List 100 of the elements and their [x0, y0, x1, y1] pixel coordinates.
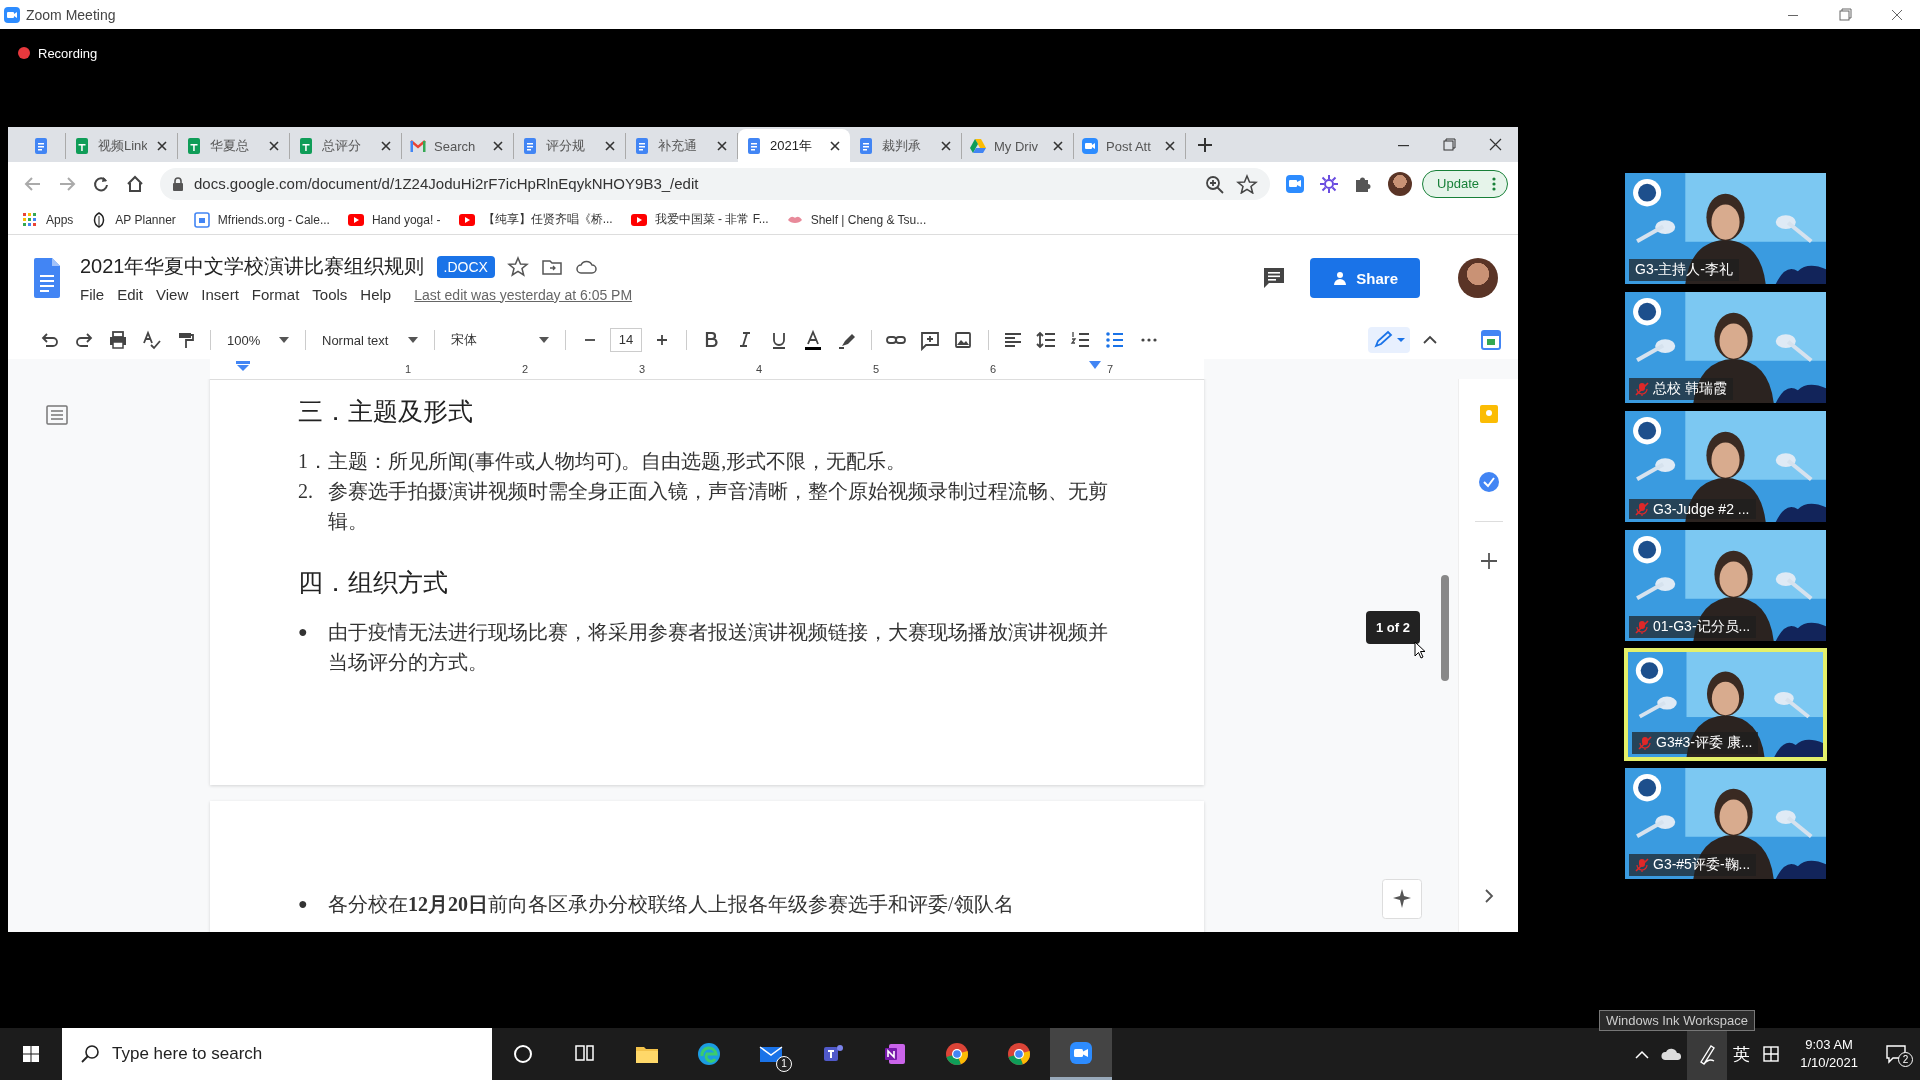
document-icon	[634, 138, 650, 154]
menu-item[interactable]: Edit	[117, 286, 152, 303]
bookmark[interactable]: 【纯享】任贤齐唱《桥...	[458, 211, 613, 228]
taskbar-app[interactable]: 1	[740, 1028, 802, 1080]
bookmark[interactable]: Mfriends.org - Cale...	[193, 211, 330, 228]
recording-label: Recording	[38, 45, 98, 61]
avatar[interactable]	[1458, 258, 1498, 298]
sunburst-icon[interactable]	[1319, 173, 1340, 194]
star-icon[interactable]	[506, 255, 529, 278]
section-heading: 三．主题及形式	[298, 396, 474, 427]
chrome-icon	[1007, 1042, 1031, 1066]
menu-item[interactable]: Tools	[312, 286, 356, 303]
close-icon[interactable]	[491, 139, 505, 153]
tab-title: 评分规	[546, 137, 586, 155]
browser-tab[interactable]: 华夏总	[178, 133, 290, 159]
browser-tab[interactable]: 评分规	[514, 133, 626, 159]
browser-tab[interactable]: 总评分	[290, 133, 402, 159]
dropdown[interactable]: Normal text	[316, 332, 424, 348]
star-icon[interactable]	[1236, 173, 1259, 194]
bookmark[interactable]: Apps	[22, 211, 74, 228]
close-icon[interactable]	[715, 139, 729, 153]
video-tile[interactable]: G3-Judge #2 ...	[1624, 410, 1827, 523]
ruler-number: 7	[1105, 363, 1115, 375]
video-tile[interactable]: G3-主持人-李礼	[1624, 172, 1827, 285]
participant-name: G3#3-评委 康...	[1656, 734, 1753, 752]
menu-item[interactable]: Format	[251, 286, 308, 303]
input-method-indicator[interactable]: 英	[1727, 1042, 1757, 1066]
bookmark[interactable]: Shelf | Cheng & Tsu...	[786, 211, 927, 228]
count-badge: 2	[1898, 1052, 1913, 1067]
tab-title: 华夏总	[210, 137, 250, 155]
update-button[interactable]: Update	[1422, 169, 1508, 198]
dropdown[interactable]: 宋体	[445, 331, 555, 349]
caret-icon	[408, 337, 418, 343]
browser-tab[interactable]: Search	[402, 133, 514, 159]
paragraph: 参赛选手拍摄演讲视频时需全身正面入镜，声音清晰，整个原始视频录制过程流畅、无剪辑。	[328, 479, 1109, 534]
paragraph: 各分校在12月20日前向各区承办分校联络人上报各年级参赛选手和评委/领队名	[328, 892, 1015, 917]
spreadsheet-icon	[298, 138, 314, 154]
browser-tab[interactable]: Post Att	[1074, 133, 1186, 159]
address-field[interactable]: docs.google.com/document/d/1Z24JoduHi2rF7icHpRlnEqykNHOY9B3_/edit	[160, 167, 1271, 200]
browser-tab[interactable]: 2021年	[738, 129, 850, 162]
close-icon[interactable]	[1051, 139, 1065, 153]
video-tile[interactable]: G3#3-评委 康...	[1624, 648, 1827, 761]
menu-item[interactable]: View	[156, 286, 197, 303]
browser-tab[interactable]: 裁判承	[850, 133, 962, 159]
search-field[interactable]: Type here to search	[62, 1028, 492, 1080]
font-size-field[interactable]: 14	[610, 328, 642, 352]
menu-item[interactable]: Insert	[201, 286, 247, 303]
share-button[interactable]: Share	[1310, 258, 1420, 298]
taskbar-app[interactable]	[1050, 1028, 1112, 1080]
avatar[interactable]	[1388, 171, 1413, 196]
close-icon[interactable]	[1163, 139, 1177, 153]
calendar-icon[interactable]	[1480, 329, 1502, 351]
spreadsheet-icon	[186, 138, 202, 154]
document-title[interactable]: 2021年华夏中文学校演讲比赛组织规则	[80, 253, 425, 280]
video-tile[interactable]: G3-#5评委-鞠...	[1624, 767, 1827, 880]
notebook-icon	[883, 1042, 907, 1066]
browser-tab[interactable]: My Driv	[962, 133, 1074, 159]
caret-icon	[539, 337, 549, 343]
video-tile[interactable]: 总校 韩瑞霞	[1624, 291, 1827, 404]
bookmark[interactable]: AP Planner	[91, 211, 176, 228]
video-camera-icon	[1069, 1040, 1093, 1065]
document-icon	[522, 138, 538, 154]
notifications-button[interactable]: 2	[1872, 1044, 1920, 1064]
menu-item[interactable]: Help	[360, 286, 400, 303]
close-icon[interactable]	[379, 139, 393, 153]
outline-icon[interactable]	[46, 405, 68, 425]
indent-marker-icon[interactable]	[1088, 361, 1102, 371]
comment-icon[interactable]	[1262, 266, 1287, 290]
pen-icon[interactable]	[1687, 1028, 1728, 1080]
list-number: 1．	[298, 449, 328, 474]
pencil-icon[interactable]	[1368, 327, 1410, 353]
bookmark[interactable]: 我爱中国菜 - 非常 F...	[630, 211, 769, 228]
clock-time[interactable]: 9:03 AM	[1805, 1036, 1853, 1054]
tooltip: Windows Ink Workspace	[1598, 1010, 1755, 1031]
browser-tab[interactable]: 补充通	[626, 133, 738, 159]
indent-marker-icon[interactable]	[236, 361, 250, 371]
close-icon[interactable]	[155, 139, 169, 153]
browser-tab[interactable]: 视频Link	[66, 133, 178, 159]
paragraph: 由于疫情无法进行现场比赛，将采用参赛者报送演讲视频链接，大赛现场播放演讲视频并当场评分的方式。	[328, 620, 1109, 675]
menu-item[interactable]: File	[80, 286, 113, 303]
last-edit-link[interactable]: Last edit was yesterday at 6:05 PM	[414, 286, 633, 303]
clock-date[interactable]: 1/10/2021	[1800, 1054, 1858, 1072]
video-tile[interactable]: 01-G3-记分员...	[1624, 529, 1827, 642]
tab-title: Post Att	[1106, 138, 1152, 154]
close-icon[interactable]	[603, 139, 617, 153]
page-indicator: 1 of 2	[1366, 611, 1420, 644]
close-icon[interactable]	[939, 139, 953, 153]
paragraph: 主题：所见所闻(事件或人物均可)。自由选题,形式不限，无配乐。	[328, 449, 908, 475]
check-icon[interactable]	[1477, 471, 1500, 493]
tab-title: 总评分	[322, 137, 362, 155]
explore-icon[interactable]	[1382, 879, 1422, 919]
caret-icon	[279, 337, 289, 343]
close-icon[interactable]	[828, 138, 842, 153]
video-camera-icon[interactable]	[1285, 173, 1306, 194]
dropdown[interactable]: 100%	[221, 332, 295, 348]
close-icon[interactable]	[267, 139, 281, 153]
scrollbar-thumb[interactable]	[1441, 575, 1449, 681]
document-icon[interactable]	[32, 258, 62, 298]
bookmark[interactable]: Hand yoga! -	[347, 211, 441, 228]
list-number: 2.	[298, 479, 314, 504]
